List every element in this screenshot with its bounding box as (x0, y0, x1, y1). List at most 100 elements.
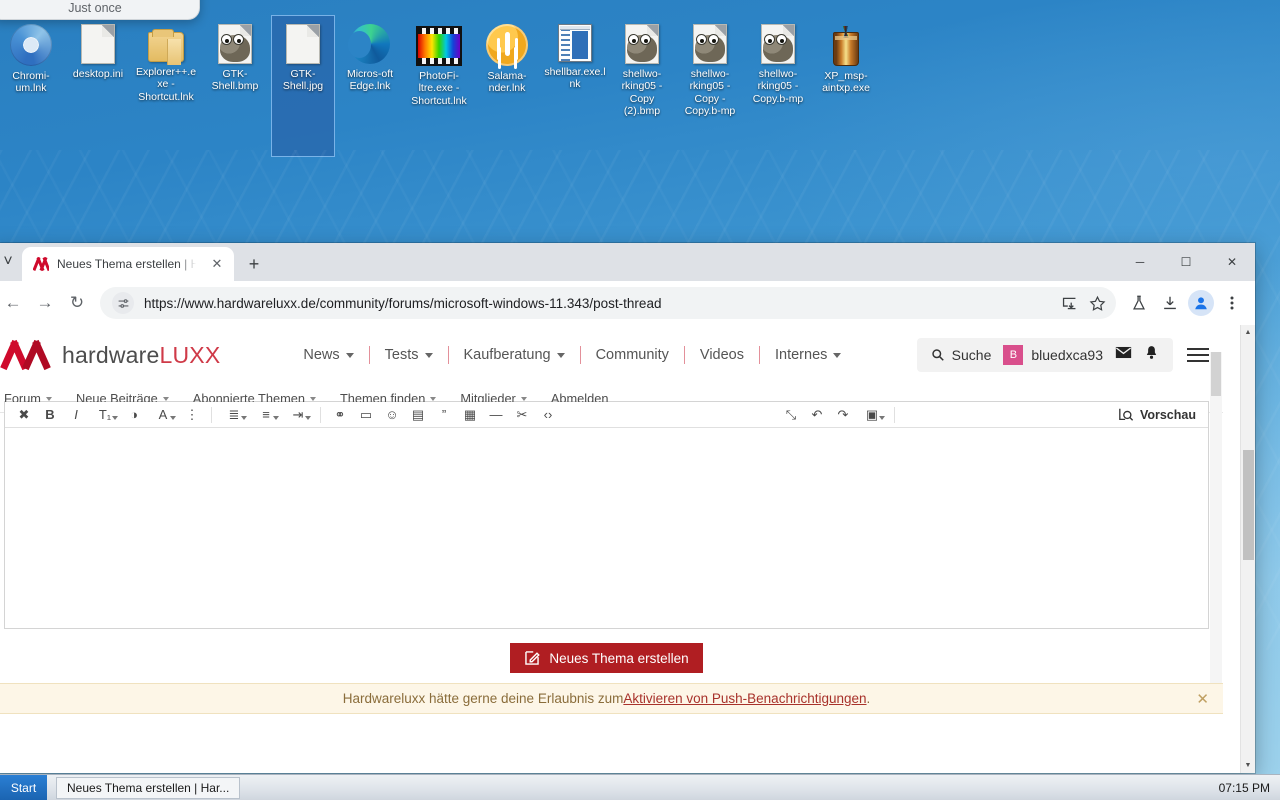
close-notice-icon[interactable]: ✕ (1196, 690, 1209, 708)
taskbar: Start Neues Thema erstellen | Har... 07:… (0, 774, 1280, 800)
preview-button[interactable]: Vorschau (1118, 407, 1202, 422)
chevron-down-icon (45, 396, 52, 401)
create-thread-label: Neues Thema erstellen (549, 650, 689, 666)
text-align-icon[interactable]: ≡ (250, 403, 282, 427)
search-button[interactable]: Suche (931, 347, 992, 363)
desktop-icon-explorerpp[interactable]: Explorer++.exe - Shortcut.lnk (134, 24, 198, 103)
search-label: Suche (951, 347, 992, 363)
desktop-icon-chromium[interactable]: Chromi-um.lnk (0, 24, 62, 95)
horizontal-rule-icon[interactable]: — (483, 403, 509, 427)
chevron-down-icon (170, 415, 176, 420)
desktop-icon-shellworking05-copy2[interactable]: shellwo-rking05 - Copy (2).bmp (611, 24, 673, 118)
desktop-icon-gtk-shell-bmp[interactable]: GTK-Shell.bmp (203, 24, 267, 93)
desktop-icon-salamander[interactable]: Salama-nder.lnk (476, 24, 538, 95)
desktop-icon-gtk-shell-jpg[interactable]: GTK-Shell.jpg (271, 15, 335, 157)
forward-button[interactable]: → (30, 288, 60, 318)
create-thread-button[interactable]: Neues Thema erstellen (510, 643, 703, 673)
font-family-icon[interactable]: A (147, 403, 179, 427)
desktop-icon-desktop-ini[interactable]: desktop.ini (66, 24, 130, 80)
close-window-button[interactable]: ✕ (1209, 243, 1255, 281)
scroll-down-arrow-icon[interactable]: ▼ (1241, 758, 1255, 773)
nav-item-news[interactable]: News (288, 347, 368, 363)
nav-item-tests[interactable]: Tests (370, 347, 448, 363)
shellbar-titlebar-icon (560, 26, 590, 30)
desktop-icon-shellworking05-copy-copy[interactable]: shellwo-rking05 - Copy - Copy.b-mp (679, 24, 741, 118)
back-button[interactable]: ← (0, 288, 28, 318)
reload-button[interactable]: ↻ (62, 288, 92, 318)
desktop-icon-xp-mspaint[interactable]: XP_msp-aintxp.exe (815, 24, 877, 95)
indent-icon[interactable]: ⇥ (282, 403, 314, 427)
remove-formatting-icon[interactable]: ✖ (11, 403, 37, 427)
scroll-up-arrow-icon[interactable]: ▲ (1241, 325, 1255, 340)
browser-menu-icon[interactable] (1217, 288, 1247, 318)
page-viewport: hardwareLUXX News Tests Kaufberatung Com… (0, 325, 1255, 773)
more-options-icon[interactable]: ⋮ (179, 403, 205, 427)
nav-item-kaufberatung[interactable]: Kaufberatung (449, 347, 580, 363)
downloads-icon[interactable] (1155, 288, 1185, 318)
unordered-list-icon[interactable]: ≣ (218, 403, 250, 427)
nav-item-videos[interactable]: Videos (685, 347, 759, 363)
enable-push-link[interactable]: Aktivieren von Push-Benachrichtigungen (623, 691, 866, 706)
site-settings-icon[interactable] (112, 292, 134, 314)
browser-toolbar: ← → ↻ https://www.hardwareluxx.de/commun… (0, 281, 1255, 325)
insert-image-icon[interactable]: ▭ (353, 403, 379, 427)
italic-icon[interactable]: I (63, 403, 89, 427)
code-icon[interactable]: ‹› (535, 403, 561, 427)
nav-item-community[interactable]: Community (581, 347, 684, 363)
bold-icon[interactable]: B (37, 403, 63, 427)
desktop-icon-shellworking05-copy[interactable]: shellwo-rking05 - Copy.b-mp (747, 24, 809, 105)
drafts-icon[interactable]: ▣ (856, 403, 888, 427)
editor-scrollbar-thumb[interactable] (1211, 352, 1221, 396)
avatar: B (1003, 345, 1024, 365)
taskbar-clock[interactable]: 07:15 PM (1219, 781, 1280, 795)
bookmark-star-icon[interactable] (1084, 290, 1110, 316)
mail-icon[interactable] (1115, 346, 1132, 364)
minimize-button[interactable]: ─ (1117, 243, 1163, 281)
link-icon[interactable]: ⚭ (327, 403, 353, 427)
user-menu[interactable]: B bluedxca93 (1003, 345, 1103, 365)
post-body-input[interactable] (5, 428, 1208, 628)
desktop-icon-photofiltre[interactable]: PhotoFi-ltre.exe - Shortcut.lnk (407, 24, 471, 107)
desktop-icon-shellbar[interactable]: shellbar.exe.lnk (544, 24, 606, 91)
redo-icon[interactable]: ↷ (830, 403, 856, 427)
maximize-button[interactable]: ☐ (1163, 243, 1209, 281)
font-size-icon[interactable]: T₁ (89, 403, 121, 427)
close-tab-icon[interactable]: ✕ (208, 255, 226, 273)
new-tab-button[interactable]: + (240, 250, 268, 278)
smilies-icon[interactable]: ☺ (379, 403, 405, 427)
nav-item-internes[interactable]: Internes (760, 347, 856, 363)
browser-tab[interactable]: Neues Thema erstellen | Hardw ✕ (22, 247, 234, 281)
toolbar-separator (893, 406, 895, 423)
install-app-icon[interactable] (1056, 290, 1082, 316)
site-logo[interactable]: hardwareLUXX (0, 339, 220, 371)
start-button[interactable]: Start (0, 774, 47, 800)
hardwareluxx-page: hardwareLUXX News Tests Kaufberatung Com… (0, 325, 1223, 714)
undo-icon[interactable]: ↶ (804, 403, 830, 427)
editor-scrollbar[interactable] (1210, 352, 1222, 713)
page-scrollbar-thumb[interactable] (1243, 450, 1254, 560)
avatar (1188, 290, 1214, 316)
bell-icon[interactable] (1144, 345, 1159, 366)
chevron-down-icon (430, 396, 437, 401)
chromium-icon (10, 24, 52, 66)
page-scrollbar[interactable]: ▲ ▼ (1240, 325, 1255, 773)
text-color-icon[interactable]: ◑ (121, 403, 147, 427)
insert-table-icon[interactable]: ▦ (457, 403, 483, 427)
post-editor: ✖ B I T₁ ◑ A ⋮ ≣ ≡ ⇥ ⚭ ▭ ☺ ▤ ” ▦ — ✂ ‹› … (4, 352, 1222, 713)
spoiler-icon[interactable]: ✂ (509, 403, 535, 427)
profile-avatar-icon[interactable] (1186, 288, 1216, 318)
address-bar[interactable]: https://www.hardwareluxx.de/community/fo… (100, 287, 1116, 319)
fullscreen-icon[interactable]: ⤡ (778, 403, 804, 427)
hamburger-menu-icon[interactable] (1187, 348, 1209, 362)
quote-icon[interactable]: ” (431, 403, 457, 427)
desktop-icon-microsoft-edge[interactable]: Micros-oft Edge.lnk (339, 24, 401, 93)
chevron-down-icon (345, 352, 354, 358)
url-text[interactable]: https://www.hardwareluxx.de/community/fo… (144, 296, 1046, 311)
taskbar-item-browser[interactable]: Neues Thema erstellen | Har... (56, 776, 241, 799)
tab-search-chevron-icon[interactable]: ˅ (0, 245, 22, 279)
omnibox-actions (1056, 290, 1110, 316)
main-navigation: News Tests Kaufberatung Community Videos… (288, 346, 856, 364)
experiments-flask-icon[interactable] (1124, 288, 1154, 318)
media-icon[interactable]: ▤ (405, 403, 431, 427)
chevron-down-icon (273, 415, 279, 420)
